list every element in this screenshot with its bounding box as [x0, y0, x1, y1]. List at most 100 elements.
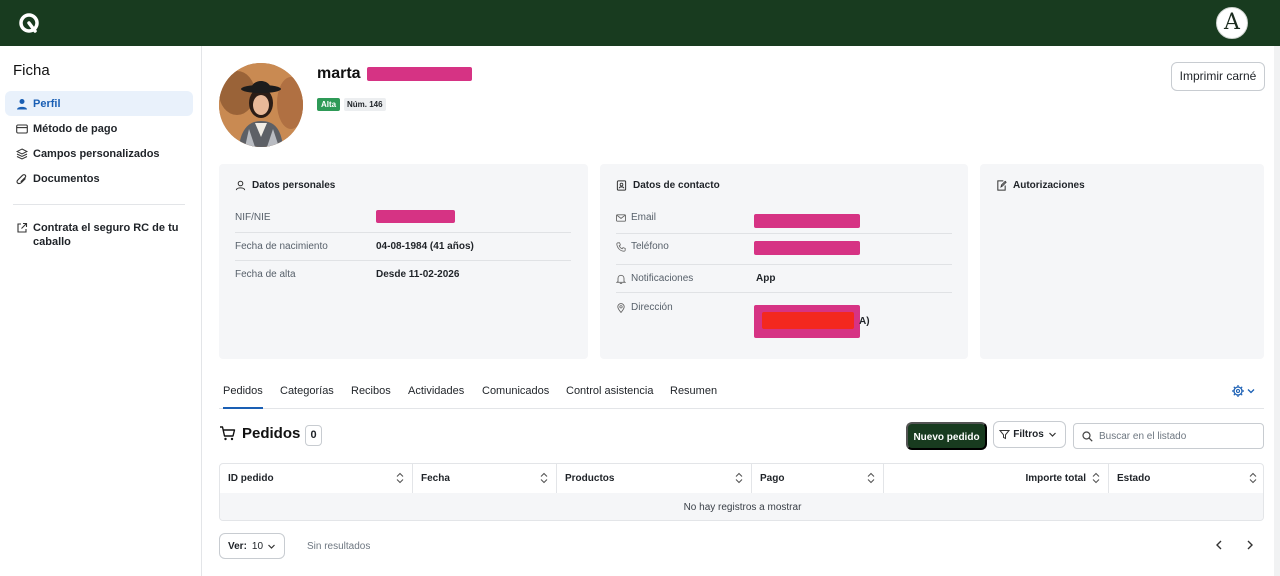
column-header-fecha[interactable]: Fecha — [413, 464, 557, 493]
sort-icon — [735, 472, 743, 484]
row-divider — [235, 260, 571, 261]
column-header-id[interactable]: ID pedido — [220, 464, 413, 493]
column-header-productos[interactable]: Productos — [557, 464, 752, 493]
notifications-label-text: Notificaciones — [631, 273, 694, 284]
tab-recibos[interactable]: Recibos — [351, 385, 391, 397]
column-header-label: Pago — [760, 473, 785, 484]
column-header-label: Fecha — [421, 473, 450, 484]
page-scrollbar[interactable] — [1274, 46, 1280, 576]
sidebar: Ficha Perfil Método de pago Campos perso… — [0, 46, 202, 576]
sidebar-item-metodo-de-pago[interactable]: Método de pago — [5, 116, 193, 141]
sidebar-item-label: Método de pago — [33, 122, 118, 135]
sidebar-item-documentos[interactable]: Documentos — [5, 166, 193, 191]
column-header-label: ID pedido — [228, 473, 274, 484]
next-page-icon[interactable] — [1243, 538, 1257, 552]
nif-label: NIF/NIE — [235, 212, 271, 223]
email-label: Email — [616, 212, 656, 223]
orders-count-badge: 0 — [305, 425, 322, 446]
empty-table-message: No hay registros a mostrar — [220, 493, 1263, 520]
column-header-label: Estado — [1117, 473, 1151, 484]
paperclip-icon — [16, 173, 27, 184]
phone-label: Teléfono — [616, 241, 669, 252]
tab-control-asistencia[interactable]: Control asistencia — [566, 385, 653, 397]
top-bar: A — [0, 0, 1280, 46]
tab-resumen[interactable]: Resumen — [670, 385, 717, 397]
new-order-button[interactable]: Nuevo pedido — [906, 422, 987, 450]
phone-icon — [616, 241, 626, 252]
contact-data-header: Datos de contacto — [616, 180, 720, 191]
page-size-select[interactable]: Ver: 10 — [219, 533, 285, 559]
sidebar-item-campos-personalizados[interactable]: Campos personalizados — [5, 141, 193, 166]
redacted-nif — [376, 210, 455, 223]
authorizations-header: Autorizaciones — [996, 180, 1085, 191]
column-header-label: Importe total — [1025, 473, 1086, 484]
sort-icon — [867, 472, 875, 484]
personal-data-header: Datos personales — [235, 180, 335, 191]
column-header-pago[interactable]: Pago — [752, 464, 884, 493]
sort-icon — [1092, 472, 1100, 484]
orders-title-text: Pedidos — [242, 425, 301, 442]
sidebar-divider — [13, 204, 185, 205]
filters-button[interactable]: Filtros — [993, 421, 1066, 448]
app-logo-icon[interactable] — [18, 12, 40, 34]
column-header-label: Productos — [565, 473, 615, 484]
signup-date-value: Desde 11-02-2026 — [376, 269, 460, 280]
redacted-email — [754, 214, 860, 228]
profile-photo-illustration — [219, 63, 303, 147]
birthdate-label: Fecha de nacimiento — [235, 241, 328, 252]
sort-icon — [540, 472, 548, 484]
redacted-address-inner — [762, 312, 854, 329]
notifications-value: App — [756, 273, 776, 284]
row-divider — [616, 233, 952, 234]
column-header-estado[interactable]: Estado — [1109, 464, 1263, 493]
profile-photo — [219, 63, 303, 147]
print-card-button[interactable]: Imprimir carné — [1171, 62, 1265, 91]
sidebar-title: Ficha — [13, 62, 50, 79]
sort-icon — [1249, 472, 1257, 484]
personal-data-title: Datos personales — [252, 180, 336, 191]
credit-card-icon — [16, 123, 28, 134]
chevron-down-icon — [268, 544, 275, 549]
address-value: A) — [859, 316, 870, 327]
address-label-text: Dirección — [631, 302, 673, 313]
member-number-badge: Núm. 146 — [344, 98, 386, 111]
tab-actividades[interactable]: Actividades — [408, 385, 464, 397]
previous-page-icon[interactable] — [1212, 538, 1226, 552]
chevron-down-icon — [1048, 432, 1056, 437]
map-pin-icon — [617, 302, 625, 313]
external-link-icon — [17, 222, 28, 233]
filters-button-label: Filtros — [1013, 429, 1044, 440]
notifications-label: Notificaciones — [616, 273, 693, 284]
user-icon — [17, 98, 27, 109]
settings-gear-icon[interactable] — [1231, 384, 1257, 398]
tabs-bar: Pedidos Categorías Recibos Actividades C… — [219, 378, 1264, 409]
shopping-cart-icon — [220, 426, 236, 441]
personal-data-card: Datos personales NIF/NIE Fecha de nacimi… — [219, 164, 588, 359]
layers-icon — [16, 147, 28, 160]
filter-icon — [999, 430, 1011, 440]
sidebar-item-label: Perfil — [33, 97, 61, 110]
edit-document-icon — [997, 180, 1007, 191]
search-input[interactable] — [1099, 430, 1259, 442]
row-divider — [616, 264, 952, 265]
phone-label-text: Teléfono — [631, 241, 669, 252]
redacted-phone — [754, 241, 860, 255]
sort-icon — [396, 472, 404, 484]
bell-icon — [616, 274, 626, 284]
redacted-surname — [367, 67, 472, 81]
column-header-importe[interactable]: Importe total — [884, 464, 1109, 493]
seguro-rc-link[interactable]: Contrata el seguro RC de tu caballo — [16, 221, 186, 249]
row-divider — [616, 292, 952, 293]
tab-comunicados[interactable]: Comunicados — [482, 385, 549, 397]
sidebar-item-perfil[interactable]: Perfil — [5, 91, 193, 116]
search-box[interactable] — [1073, 423, 1264, 449]
email-label-text: Email — [631, 212, 657, 223]
tab-categorias[interactable]: Categorías — [280, 385, 334, 397]
authorizations-card: Autorizaciones — [980, 164, 1264, 359]
contact-data-title: Datos de contacto — [633, 180, 720, 191]
authorizations-title: Autorizaciones — [1013, 180, 1085, 191]
page-size-label: Ver: — [228, 540, 247, 552]
orders-table: ID pedido Fecha Productos Pago Importe t… — [219, 463, 1264, 521]
tab-pedidos[interactable]: Pedidos — [223, 385, 263, 409]
user-avatar[interactable]: A — [1216, 7, 1248, 39]
